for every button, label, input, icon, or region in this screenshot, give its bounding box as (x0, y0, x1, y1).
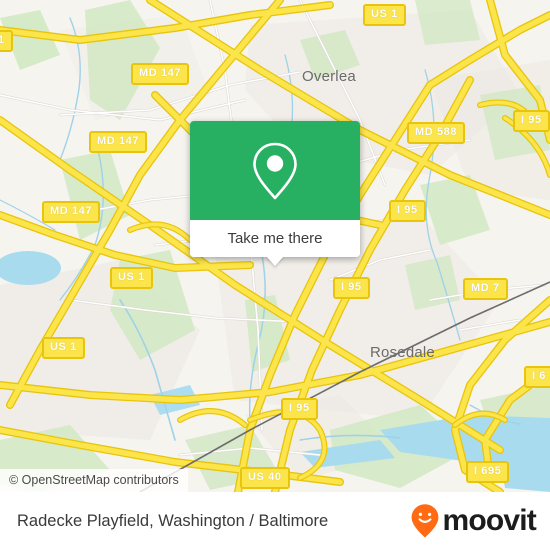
map-screen: .wtr{fill:#a9dbef} .prk{fill:#cfe7c0} .u… (0, 0, 550, 550)
place-label-overlea: Overlea (302, 68, 356, 85)
destination-callout[interactable]: Take me there (190, 121, 360, 266)
callout-icon-panel (190, 121, 360, 220)
shield-md-147-mid[interactable]: MD 147 (89, 131, 148, 153)
shield-edge-topleft[interactable]: 1 (0, 30, 13, 52)
moovit-logo[interactable]: moovit (410, 503, 537, 539)
page-title: Radecke Playfield, Washington / Baltimor… (17, 511, 329, 530)
shield-md-588[interactable]: MD 588 (407, 122, 466, 144)
shield-i-95-center[interactable]: I 95 (333, 277, 370, 299)
map-attribution[interactable]: © OpenStreetMap contributors (0, 469, 188, 492)
shield-us-1-lower[interactable]: US 1 (42, 337, 85, 359)
shield-md-7[interactable]: MD 7 (463, 278, 508, 300)
moovit-pin-smile-icon (412, 504, 439, 538)
shield-i-95-bottom[interactable]: I 95 (281, 398, 318, 420)
callout-pointer (266, 256, 284, 266)
shield-edge-right[interactable]: I 6 (524, 366, 550, 388)
take-me-there-label: Take me there (227, 230, 323, 247)
moovit-wordmark: moovit (442, 504, 536, 537)
shield-us-1-mid[interactable]: US 1 (110, 267, 153, 289)
shield-us-40[interactable]: US 40 (240, 467, 290, 489)
map-pin-icon (253, 142, 297, 199)
shield-i-95-right[interactable]: I 95 (389, 200, 426, 222)
map-canvas[interactable]: .wtr{fill:#a9dbef} .prk{fill:#cfe7c0} .u… (0, 0, 550, 492)
shield-md-147-top[interactable]: MD 147 (131, 63, 190, 85)
shield-md-147-left[interactable]: MD 147 (42, 201, 101, 223)
shield-us-1-top[interactable]: US 1 (363, 4, 406, 26)
footer-bar: Radecke Playfield, Washington / Baltimor… (0, 492, 550, 550)
place-label-rosedale: Rosedale (370, 344, 435, 361)
shield-i-695[interactable]: I 695 (466, 461, 510, 483)
take-me-there-button[interactable]: Take me there (190, 220, 360, 266)
shield-i-95-topright[interactable]: I 95 (513, 110, 550, 132)
